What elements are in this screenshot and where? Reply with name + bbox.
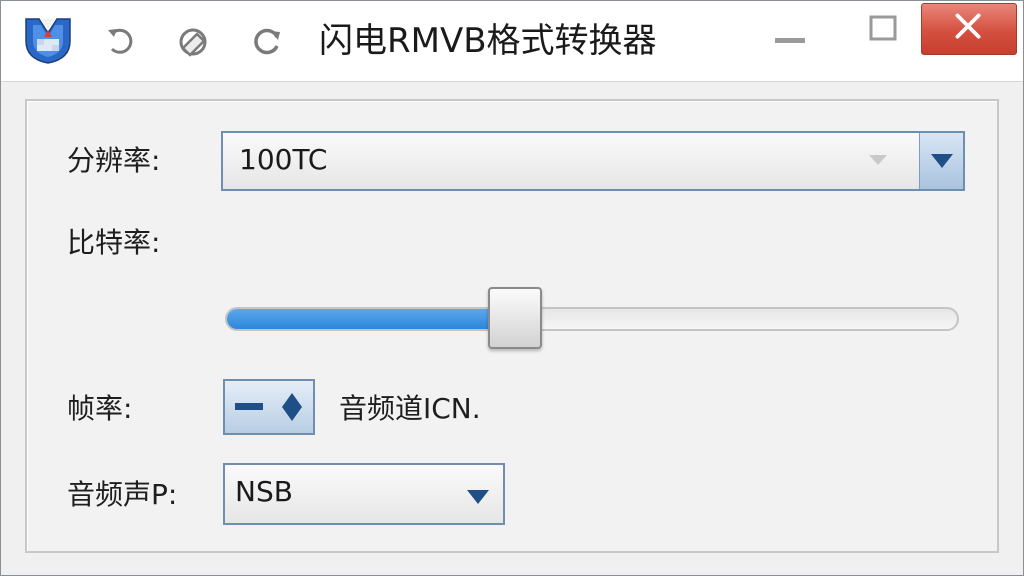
bitrate-slider-fill xyxy=(227,309,517,329)
framerate-stepper[interactable] xyxy=(223,379,315,435)
maximize-button[interactable] xyxy=(859,5,905,57)
refresh-icon[interactable] xyxy=(249,23,285,59)
close-icon xyxy=(955,13,981,39)
close-button[interactable] xyxy=(921,3,1017,55)
resolution-label: 分辨率: xyxy=(67,144,161,177)
audio-channel-label: 音频道ICN. xyxy=(339,392,481,425)
minus-icon[interactable] xyxy=(227,381,271,433)
audio-label: 音频声P: xyxy=(67,478,178,511)
chevron-down-icon xyxy=(869,155,887,165)
resolution-value: 100TC xyxy=(239,143,328,176)
eraser-icon[interactable] xyxy=(175,23,211,59)
diamond-icon[interactable] xyxy=(271,381,313,433)
audio-dropdown[interactable]: NSB xyxy=(223,463,505,525)
chevron-down-icon xyxy=(931,154,953,168)
bitrate-slider-track[interactable] xyxy=(225,307,959,331)
bitrate-label: 比特率: xyxy=(67,226,161,259)
bitrate-slider-thumb[interactable] xyxy=(488,287,542,349)
window-title: 闪电RMVB格式转换器 xyxy=(319,21,657,61)
resolution-dropdown[interactable]: 100TC xyxy=(221,131,965,191)
audio-value: NSB xyxy=(235,475,293,508)
title-bar: 闪电RMVB格式转换器 xyxy=(1,1,1023,82)
undo-icon[interactable] xyxy=(103,23,139,59)
framerate-label: 帧率: xyxy=(67,392,133,425)
app-logo-icon xyxy=(25,18,71,64)
minimize-button[interactable] xyxy=(767,5,813,57)
resolution-dropdown-button[interactable] xyxy=(919,133,963,189)
chevron-down-icon[interactable] xyxy=(465,487,491,507)
converter-window: 闪电RMVB格式转换器 分辨率: 100TC 比特率: 帧率: 音频道ICN. … xyxy=(0,0,1024,576)
